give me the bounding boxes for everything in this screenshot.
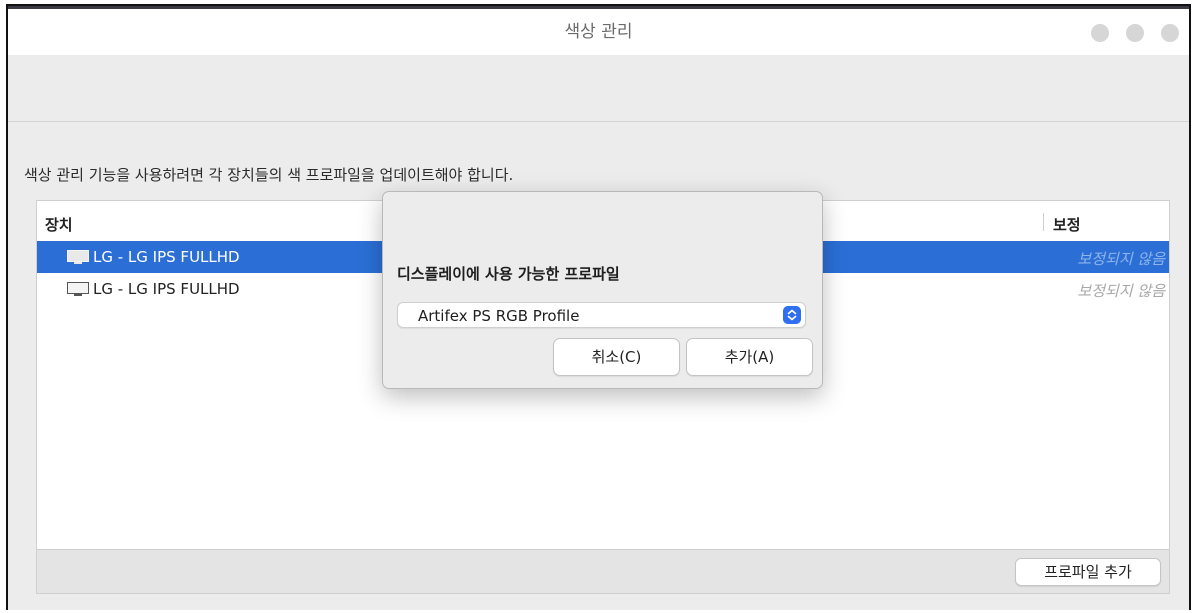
add-profile-button[interactable]: 프로파일 추가: [1015, 558, 1161, 586]
title-bar[interactable]: 색상 관리: [8, 9, 1189, 55]
add-profile-dialog: 디스플레이에 사용 가능한 프로파일 Artifex PS RGB Profil…: [382, 191, 823, 389]
profile-select-value: Artifex PS RGB Profile: [418, 307, 580, 325]
monitor-icon: [67, 250, 89, 264]
dialog-heading: 디스플레이에 사용 가능한 프로파일: [397, 265, 620, 283]
profile-select[interactable]: Artifex PS RGB Profile: [397, 302, 806, 328]
column-separator: [1043, 213, 1044, 231]
monitor-icon: [67, 282, 89, 296]
column-header-calibration[interactable]: 보정: [1053, 214, 1081, 235]
add-button[interactable]: 추가(A): [686, 338, 813, 376]
zoom-button[interactable]: [1126, 24, 1144, 42]
updown-chevron-icon: [783, 306, 801, 324]
cancel-button[interactable]: 취소(C): [553, 338, 680, 376]
window-controls: [1091, 24, 1179, 42]
column-header-device[interactable]: 장치: [45, 214, 73, 235]
toolbar: [8, 55, 1189, 122]
device-name: LG - LG IPS FULLHD: [93, 280, 240, 298]
calibration-status: 보정되지 않음: [1077, 282, 1165, 300]
close-button[interactable]: [1161, 24, 1179, 42]
device-name: LG - LG IPS FULLHD: [93, 248, 240, 266]
window-title: 색상 관리: [564, 22, 633, 42]
minimize-button[interactable]: [1091, 24, 1109, 42]
description-text: 색상 관리 기능을 사용하려면 각 장치들의 색 프로파일을 업데이트해야 합니…: [24, 166, 514, 184]
table-footer: 프로파일 추가: [36, 550, 1170, 594]
calibration-status: 보정되지 않음: [1077, 250, 1165, 268]
